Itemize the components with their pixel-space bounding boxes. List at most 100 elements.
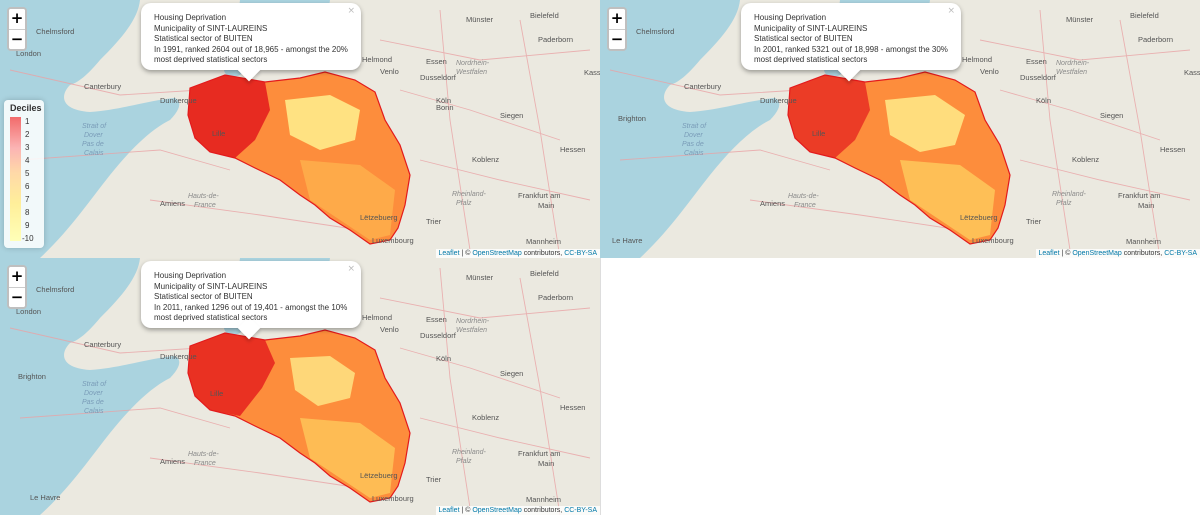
attribution-leaflet-link[interactable]: Leaflet xyxy=(439,507,460,514)
label-munster: Münster xyxy=(466,273,494,282)
attribution-sep: | © xyxy=(459,507,473,514)
label-strait-3: Pas de xyxy=(682,141,704,148)
label-siegen: Siegen xyxy=(500,111,523,120)
zoom-control: + − xyxy=(7,7,27,51)
label-dusseldorf: Dusseldorf xyxy=(420,331,457,340)
label-luxembourg: Luxembourg xyxy=(372,494,414,503)
popup-rank-2: most deprived statistical sectors xyxy=(754,55,868,64)
label-paderborn: Paderborn xyxy=(1138,35,1173,44)
popup-close-icon[interactable]: × xyxy=(347,6,355,17)
legend-label-8: 8 xyxy=(25,208,30,217)
label-main: Main xyxy=(538,201,554,210)
attribution-license-link[interactable]: CC-BY-SA xyxy=(1164,250,1197,257)
label-dusseldorf: Dusseldorf xyxy=(1020,73,1057,82)
label-france: France xyxy=(194,460,216,467)
legend-label-5: 5 xyxy=(25,169,30,178)
label-rheinland: Rheinland- xyxy=(452,191,487,198)
popup-sector: Statistical sector of BUITEN xyxy=(154,34,253,43)
popup: × Housing Deprivation Municipality of SI… xyxy=(141,261,361,340)
label-helmond: Helmond xyxy=(362,55,392,64)
label-dunkerque: Dunkerque xyxy=(160,96,197,105)
label-main: Main xyxy=(1138,201,1154,210)
label-chelmsford: Chelmsford xyxy=(36,27,74,36)
attribution-osm-link[interactable]: OpenStreetMap xyxy=(472,507,521,514)
label-dunkerque: Dunkerque xyxy=(160,352,197,361)
label-letzebuerg: Lëtzebuerg xyxy=(360,213,398,222)
popup-content: Housing Deprivation Municipality of SINT… xyxy=(154,271,351,324)
label-strait-1: Strait of xyxy=(82,123,107,130)
zoom-in-button[interactable]: + xyxy=(9,267,25,287)
label-koln: Köln xyxy=(1036,96,1051,105)
zoom-in-button[interactable]: + xyxy=(609,9,625,29)
attribution: Leaflet | © OpenStreetMap contributors, … xyxy=(435,506,600,515)
popup: × Housing Deprivation Municipality of SI… xyxy=(741,3,961,82)
label-bonn: Bonn xyxy=(436,103,454,112)
popup-municipality: Municipality of SINT-LAUREINS xyxy=(154,23,268,33)
legend-color-ramp xyxy=(10,117,21,241)
label-lille: Lille xyxy=(812,129,825,138)
label-france: France xyxy=(794,202,816,209)
legend-label-4: 4 xyxy=(25,156,30,165)
map-panel-2001[interactable]: Chelmsford Canterbury Brighton Strait of… xyxy=(600,0,1200,258)
attribution-leaflet-link[interactable]: Leaflet xyxy=(439,250,460,257)
label-strait-4: Calais xyxy=(84,408,104,415)
label-paderborn: Paderborn xyxy=(538,293,573,302)
label-kassel: Kass xyxy=(1184,68,1200,77)
popup-title: Housing Deprivation xyxy=(154,13,227,22)
label-lille: Lille xyxy=(210,389,223,398)
label-mannheim: Mannheim xyxy=(526,495,561,504)
deciles-legend: Deciles 1 2 3 4 5 6 7 8 9 -10 xyxy=(4,100,44,248)
label-westfalen: Westfalen xyxy=(1056,69,1087,76)
legend-label-6: 6 xyxy=(25,182,30,191)
legend-label-10: -10 xyxy=(22,234,34,243)
label-trier: Trier xyxy=(426,475,442,484)
label-amiens: Amiens xyxy=(160,457,185,466)
label-bielefeld: Bielefeld xyxy=(530,269,559,278)
label-frankfurt: Frankfurt am xyxy=(1118,191,1161,200)
attribution-license-link[interactable]: CC-BY-SA xyxy=(564,507,597,514)
label-brighton: Brighton xyxy=(618,114,646,123)
label-siegen: Siegen xyxy=(1100,111,1123,120)
popup-sector: Statistical sector of BUITEN xyxy=(754,34,853,43)
attribution-osm-link[interactable]: OpenStreetMap xyxy=(472,250,521,257)
label-strait-4: Calais xyxy=(684,150,704,157)
zoom-in-button[interactable]: + xyxy=(9,9,25,29)
attribution-leaflet-link[interactable]: Leaflet xyxy=(1039,250,1060,257)
label-westfalen: Westfalen xyxy=(456,69,487,76)
map-panel-2011[interactable]: London Chelmsford Canterbury Brighton St… xyxy=(0,258,600,515)
popup-close-icon[interactable]: × xyxy=(347,264,355,275)
popup-close-icon[interactable]: × xyxy=(947,6,955,17)
label-pfalz: Pfalz xyxy=(456,458,472,465)
label-essen: Essen xyxy=(426,57,447,66)
zoom-out-button[interactable]: − xyxy=(9,287,25,307)
label-essen: Essen xyxy=(426,315,447,324)
popup-municipality: Municipality of SINT-LAUREINS xyxy=(754,23,868,33)
zoom-control: + − xyxy=(607,7,627,51)
attribution-sep: | © xyxy=(1059,250,1073,257)
zoom-out-button[interactable]: − xyxy=(9,29,25,49)
label-main: Main xyxy=(538,459,554,468)
label-mannheim: Mannheim xyxy=(526,237,561,246)
label-canterbury: Canterbury xyxy=(684,82,721,91)
popup-title: Housing Deprivation xyxy=(754,13,827,22)
label-strait-3: Pas de xyxy=(82,399,104,406)
label-brighton: Brighton xyxy=(18,372,46,381)
label-dunkerque: Dunkerque xyxy=(760,96,797,105)
map-panel-1991[interactable]: London Chelmsford Canterbury Strait of D… xyxy=(0,0,600,258)
label-frankfurt: Frankfurt am xyxy=(518,449,561,458)
label-strait-2: Dover xyxy=(684,132,703,139)
label-pfalz: Pfalz xyxy=(456,200,472,207)
legend-label-1: 1 xyxy=(25,117,30,126)
label-munster: Münster xyxy=(466,15,494,24)
label-essen: Essen xyxy=(1026,57,1047,66)
label-france: France xyxy=(194,202,216,209)
attribution-license-link[interactable]: CC-BY-SA xyxy=(564,250,597,257)
label-frankfurt: Frankfurt am xyxy=(518,191,561,200)
label-koblenz: Koblenz xyxy=(472,155,499,164)
label-paderborn: Paderborn xyxy=(538,35,573,44)
label-canterbury: Canterbury xyxy=(84,82,121,91)
label-siegen: Siegen xyxy=(500,369,523,378)
attribution-osm-link[interactable]: OpenStreetMap xyxy=(1072,250,1121,257)
label-helmond: Helmond xyxy=(362,313,392,322)
zoom-out-button[interactable]: − xyxy=(609,29,625,49)
